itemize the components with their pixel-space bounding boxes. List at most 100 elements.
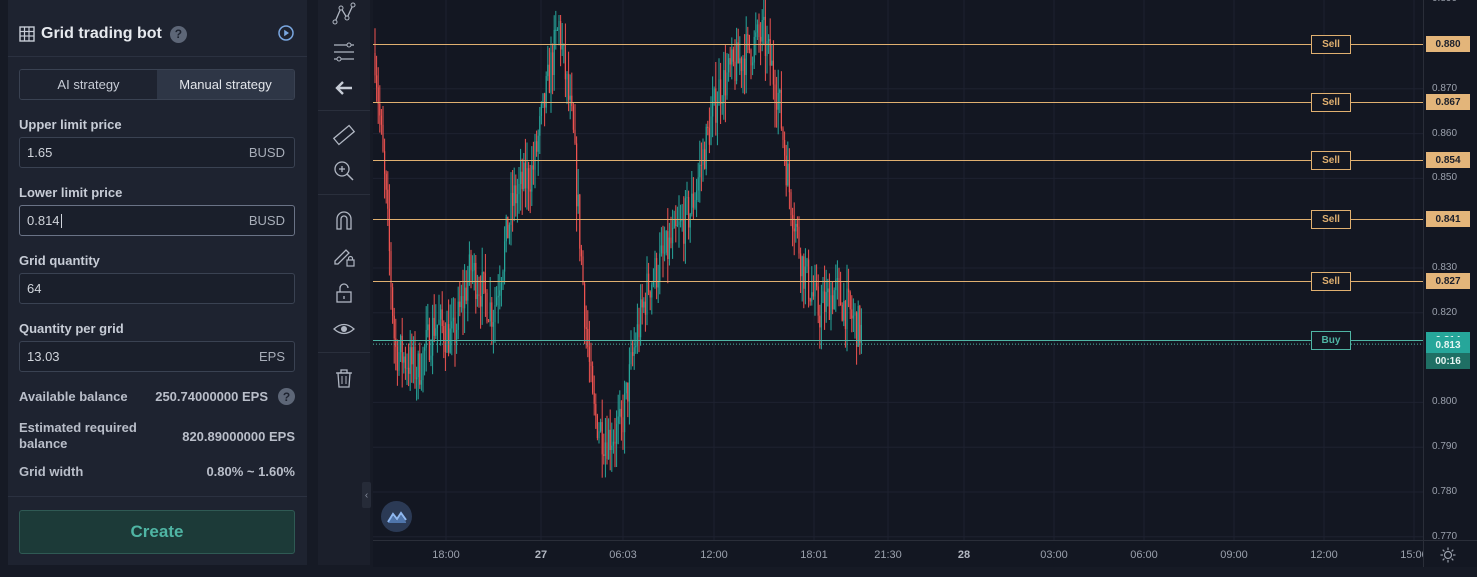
zoom-in-icon[interactable] — [332, 159, 356, 183]
candle-body — [832, 295, 834, 310]
time-axis[interactable]: 18:00 27 06:03 12:00 18:01 21:30 28 03:00 06:00 0… — [373, 540, 1428, 567]
candle-body — [640, 299, 642, 338]
candle-body — [708, 127, 710, 145]
lower-limit-input[interactable]: 0.814 BUSD — [19, 205, 295, 236]
collapse-toolbar-button[interactable]: ‹ — [362, 482, 371, 508]
time-tick-label: 12:00 — [700, 549, 728, 561]
candle-body — [620, 408, 622, 418]
toolbar-divider — [318, 352, 370, 353]
grid-quantity-value: 64 — [27, 281, 42, 296]
candle-body — [468, 254, 470, 281]
candle-body — [828, 288, 830, 320]
candle-body — [592, 366, 594, 393]
candle-body — [452, 317, 454, 322]
trend-line-icon[interactable] — [332, 2, 356, 26]
sell-order-tag[interactable]: Sell — [1311, 272, 1351, 291]
qty-per-grid-input[interactable]: 13.03 EPS — [19, 341, 295, 372]
candle-body — [436, 324, 438, 329]
divider — [8, 56, 307, 57]
fib-retracement-icon[interactable] — [332, 40, 356, 64]
candle-body — [492, 322, 494, 327]
current-price-badge: 0.813 — [1426, 337, 1470, 353]
tab-manual-strategy[interactable]: Manual strategy — [157, 70, 294, 99]
candle-body — [752, 62, 754, 66]
candle-body — [558, 21, 560, 30]
candle-body — [849, 292, 851, 310]
candle-body — [672, 228, 674, 244]
candle-body — [760, 36, 762, 42]
candle-body — [619, 408, 621, 417]
grid-quantity-input[interactable]: 64 — [19, 273, 295, 304]
candle-body — [579, 194, 581, 249]
candle-body — [396, 346, 398, 371]
candle-body — [744, 58, 746, 75]
trash-icon[interactable] — [332, 366, 356, 390]
candle-body — [827, 288, 829, 293]
candle-body — [604, 442, 606, 456]
candle-body — [737, 42, 739, 64]
lower-limit-label: Lower limit price — [19, 185, 123, 200]
wave-chart-icon[interactable] — [381, 501, 412, 532]
candle-body — [608, 429, 610, 459]
qty-per-grid-label: Quantity per grid — [19, 321, 124, 336]
candle-body — [481, 272, 483, 307]
tab-ai-strategy[interactable]: AI strategy — [20, 70, 157, 99]
candle-body — [812, 292, 814, 297]
candle-body — [774, 84, 776, 103]
balance-help-icon[interactable]: ? — [278, 388, 295, 405]
candle-body — [784, 140, 786, 156]
lock-pencil-icon[interactable] — [332, 244, 356, 268]
price-axis[interactable]: 0.890 0.870 0.860 0.850 0.830 0.820 0.800 0.790… — [1423, 0, 1477, 542]
buy-order-tag[interactable]: Buy — [1311, 331, 1351, 350]
price-tick-label: 0.780 — [1432, 486, 1458, 497]
candle-body — [755, 32, 757, 37]
candle-body — [788, 163, 790, 193]
candle-body — [451, 321, 453, 329]
candle-body — [470, 254, 472, 271]
candle-body — [412, 346, 414, 365]
eye-icon[interactable] — [332, 317, 356, 341]
grid-width-row: Grid width 0.80% ~ 1.60% — [19, 464, 295, 479]
grid-width-label: Grid width — [19, 464, 84, 479]
candle-body — [723, 70, 725, 103]
candle-body — [547, 64, 549, 77]
candlestick-canvas — [373, 0, 1423, 540]
grid-price-badge: 0.854 — [1426, 152, 1470, 168]
candle-body — [632, 352, 634, 356]
candle-body — [540, 104, 542, 116]
ruler-icon[interactable] — [332, 123, 356, 147]
candle-body — [756, 24, 758, 33]
price-chart[interactable]: Sell Sell Sell Sell Sell Buy — [373, 0, 1423, 540]
candle-body — [630, 352, 632, 365]
candle-body — [606, 442, 608, 459]
sun-settings-icon[interactable] — [1440, 547, 1456, 563]
candle-body — [736, 42, 738, 81]
candle-body — [731, 49, 733, 65]
time-tick-label: 12:00 — [1310, 549, 1338, 561]
time-tick-label: 09:00 — [1220, 549, 1248, 561]
candle-body — [376, 75, 378, 88]
candle-body — [500, 282, 502, 291]
unlock-icon[interactable] — [332, 281, 356, 305]
magnet-icon[interactable] — [332, 208, 356, 232]
back-arrow-icon[interactable] — [332, 76, 356, 100]
candle-body — [464, 287, 466, 309]
question-icon[interactable]: ? — [169, 25, 187, 43]
candle-body — [539, 116, 541, 136]
candle-body — [772, 60, 774, 85]
create-button[interactable]: Create — [19, 510, 295, 554]
candle-body — [432, 317, 434, 356]
candle-body — [856, 312, 858, 347]
candle-body — [603, 454, 605, 456]
candle-body — [548, 64, 550, 93]
sell-order-tag[interactable]: Sell — [1311, 93, 1351, 112]
candle-body — [833, 290, 835, 310]
upper-limit-input[interactable]: 1.65 BUSD — [19, 137, 295, 168]
time-tick-label: 28 — [957, 549, 971, 561]
play-circle-icon[interactable] — [278, 25, 294, 41]
sell-order-tag[interactable]: Sell — [1311, 35, 1351, 54]
sell-order-tag[interactable]: Sell — [1311, 151, 1351, 170]
candle-body — [507, 216, 509, 239]
candle-body — [596, 415, 598, 439]
sell-order-tag[interactable]: Sell — [1311, 210, 1351, 229]
